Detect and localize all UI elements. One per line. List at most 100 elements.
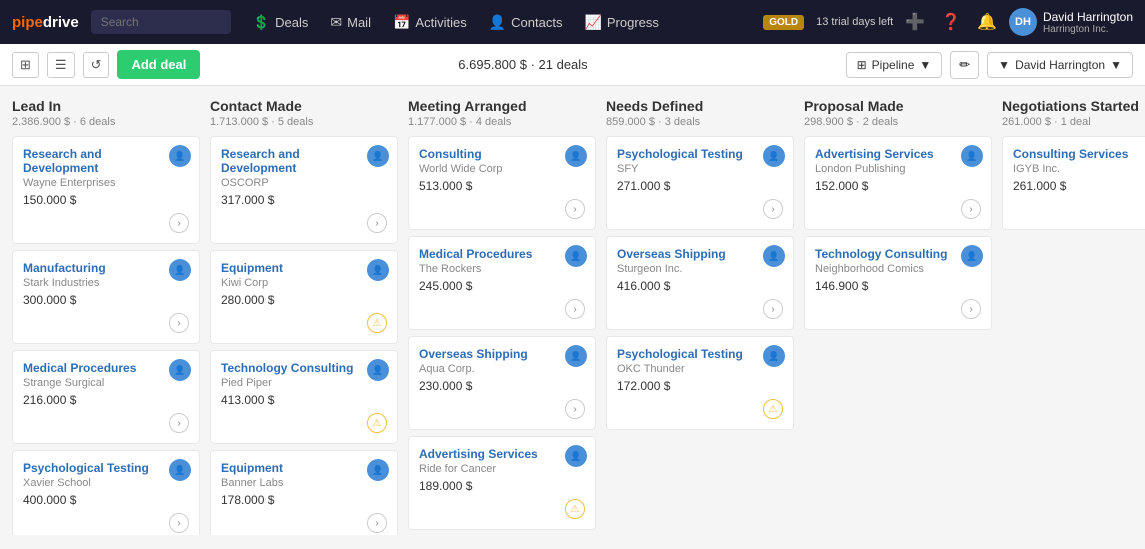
nav-progress[interactable]: 📈 Progress bbox=[574, 8, 668, 37]
col-header-proposal-made: Proposal Made298.900 $ · 2 deals bbox=[804, 98, 992, 128]
card-avatar: 👤 bbox=[367, 459, 389, 481]
arrow-icon[interactable]: › bbox=[367, 213, 387, 233]
warn-icon[interactable]: ⚠ bbox=[763, 399, 783, 419]
warn-icon[interactable]: ⚠ bbox=[565, 499, 585, 519]
edit-pipeline-btn[interactable]: ✏ bbox=[950, 51, 979, 79]
deal-card[interactable]: 👤ConsultingWorld Wide Corp513.000 $› bbox=[408, 136, 596, 230]
card-company: The Rockers bbox=[419, 263, 585, 275]
list-view-btn[interactable]: ☰ bbox=[47, 52, 75, 78]
arrow-icon[interactable]: › bbox=[169, 413, 189, 433]
deal-card[interactable]: 👤Technology ConsultingNeighborhood Comic… bbox=[804, 236, 992, 330]
arrow-icon[interactable]: › bbox=[565, 299, 585, 319]
col-title-lead-in: Lead In bbox=[12, 98, 200, 114]
warn-icon[interactable]: ⚠ bbox=[367, 313, 387, 333]
chevron-down-icon-2: ▼ bbox=[1110, 58, 1122, 72]
deal-card[interactable]: 👤Psychological TestingSFY271.000 $› bbox=[606, 136, 794, 230]
card-amount: 413.000 $ bbox=[221, 393, 387, 407]
card-amount: 152.000 $ bbox=[815, 179, 981, 193]
deal-card[interactable]: 👤Psychological TestingXavier School400.0… bbox=[12, 450, 200, 535]
kanban-view-btn[interactable]: ⊞ bbox=[12, 52, 39, 78]
card-avatar: 👤 bbox=[367, 259, 389, 281]
deal-card[interactable]: 👤Research and DevelopmentWayne Enterpris… bbox=[12, 136, 200, 244]
arrow-icon[interactable]: › bbox=[169, 513, 189, 533]
nav-items: 💲 Deals ✉ Mail 📅 Activities 👤 Contacts 📈… bbox=[243, 8, 760, 37]
user-filter-label: David Harrington bbox=[1015, 58, 1105, 72]
card-company: SFY bbox=[617, 163, 783, 175]
card-title: Research and Development bbox=[23, 147, 189, 175]
arrow-icon[interactable]: › bbox=[169, 313, 189, 333]
arrow-icon[interactable]: › bbox=[565, 199, 585, 219]
mail-icon: ✉ bbox=[330, 14, 342, 31]
arrow-icon[interactable]: › bbox=[565, 399, 585, 419]
nav-deals[interactable]: 💲 Deals bbox=[243, 8, 319, 37]
card-amount: 172.000 $ bbox=[617, 379, 783, 393]
card-footer: ⚠ bbox=[221, 413, 387, 433]
deal-card[interactable]: 👤Psychological TestingOKC Thunder172.000… bbox=[606, 336, 794, 430]
arrow-icon[interactable]: › bbox=[169, 213, 189, 233]
refresh-btn[interactable]: ↺ bbox=[83, 52, 110, 78]
gold-badge: GOLD bbox=[763, 15, 804, 30]
card-company: Strange Surgical bbox=[23, 377, 189, 389]
nav-mail[interactable]: ✉ Mail bbox=[320, 8, 381, 37]
add-deal-button[interactable]: Add deal bbox=[117, 50, 200, 79]
deal-card[interactable]: 👤Research and DevelopmentOSCORP317.000 $… bbox=[210, 136, 398, 244]
card-company: London Publishing bbox=[815, 163, 981, 175]
column-negotiations-started: Negotiations Started261.000 $ · 1 deal👤C… bbox=[1002, 98, 1145, 535]
add-icon[interactable]: ➕ bbox=[901, 8, 929, 36]
warn-icon[interactable]: ⚠ bbox=[367, 413, 387, 433]
deal-card[interactable]: 👤Consulting ServicesIGYB Inc.261.000 $› bbox=[1002, 136, 1145, 230]
deal-card[interactable]: 👤Overseas ShippingAqua Corp.230.000 $› bbox=[408, 336, 596, 430]
arrow-icon[interactable]: › bbox=[763, 199, 783, 219]
card-footer: › bbox=[1013, 199, 1145, 219]
card-company: Kiwi Corp bbox=[221, 277, 387, 289]
column-lead-in: Lead In2.386.900 $ · 6 deals👤Research an… bbox=[12, 98, 200, 535]
card-title: Consulting Services bbox=[1013, 147, 1145, 161]
help-icon[interactable]: ❓ bbox=[937, 8, 965, 36]
card-amount: 300.000 $ bbox=[23, 293, 189, 307]
card-amount: 150.000 $ bbox=[23, 193, 189, 207]
arrow-icon[interactable]: › bbox=[961, 199, 981, 219]
contacts-icon: 👤 bbox=[489, 14, 506, 31]
deal-card[interactable]: 👤Technology ConsultingPied Piper413.000 … bbox=[210, 350, 398, 444]
deal-card[interactable]: 👤Advertising ServicesLondon Publishing15… bbox=[804, 136, 992, 230]
card-footer: › bbox=[23, 313, 189, 333]
deal-card[interactable]: 👤Overseas ShippingSturgeon Inc.416.000 $… bbox=[606, 236, 794, 330]
deal-card[interactable]: 👤Medical ProceduresThe Rockers245.000 $› bbox=[408, 236, 596, 330]
card-footer: › bbox=[23, 413, 189, 433]
deal-card[interactable]: 👤EquipmentKiwi Corp280.000 $⚠ bbox=[210, 250, 398, 344]
arrow-icon[interactable]: › bbox=[961, 299, 981, 319]
deal-card[interactable]: 👤EquipmentBanner Labs178.000 $› bbox=[210, 450, 398, 535]
deal-card[interactable]: 👤ManufacturingStark Industries300.000 $› bbox=[12, 250, 200, 344]
nav-contacts[interactable]: 👤 Contacts bbox=[479, 8, 573, 37]
col-subtitle-contact-made: 1.713.000 $ · 5 deals bbox=[210, 116, 398, 128]
card-footer: › bbox=[617, 199, 783, 219]
arrow-icon[interactable]: › bbox=[367, 513, 387, 533]
deal-card[interactable]: 👤Advertising ServicesRide for Cancer189.… bbox=[408, 436, 596, 530]
card-avatar: 👤 bbox=[565, 245, 587, 267]
card-title: Psychological Testing bbox=[617, 147, 783, 161]
card-avatar: 👤 bbox=[169, 145, 191, 167]
filter-icon: ▼ bbox=[998, 58, 1010, 72]
nav-activities[interactable]: 📅 Activities bbox=[383, 8, 477, 37]
arrow-icon[interactable]: › bbox=[763, 299, 783, 319]
card-footer: › bbox=[617, 299, 783, 319]
top-navigation: pipedrive 💲 Deals ✉ Mail 📅 Activities 👤 … bbox=[0, 0, 1145, 44]
card-title: Advertising Services bbox=[419, 447, 585, 461]
user-filter[interactable]: ▼ David Harrington ▼ bbox=[987, 52, 1133, 78]
user-section[interactable]: DH David Harrington Harrington Inc. bbox=[1009, 8, 1133, 36]
bell-icon[interactable]: 🔔 bbox=[973, 8, 1001, 36]
card-footer: › bbox=[419, 199, 585, 219]
activities-icon: 📅 bbox=[393, 14, 410, 31]
deal-card[interactable]: 👤Medical ProceduresStrange Surgical216.0… bbox=[12, 350, 200, 444]
card-company: Pied Piper bbox=[221, 377, 387, 389]
col-title-contact-made: Contact Made bbox=[210, 98, 398, 114]
column-proposal-made: Proposal Made298.900 $ · 2 deals 👤Adverti… bbox=[804, 98, 992, 535]
card-company: OSCORP bbox=[221, 177, 387, 189]
card-company: Xavier School bbox=[23, 477, 189, 489]
card-avatar: 👤 bbox=[367, 145, 389, 167]
pipeline-filter[interactable]: ⊞ Pipeline ▼ bbox=[846, 52, 943, 78]
card-company: Neighborhood Comics bbox=[815, 263, 981, 275]
search-input[interactable] bbox=[91, 10, 231, 34]
card-footer: › bbox=[23, 513, 189, 533]
col-title-needs-defined: Needs Defined bbox=[606, 98, 794, 114]
